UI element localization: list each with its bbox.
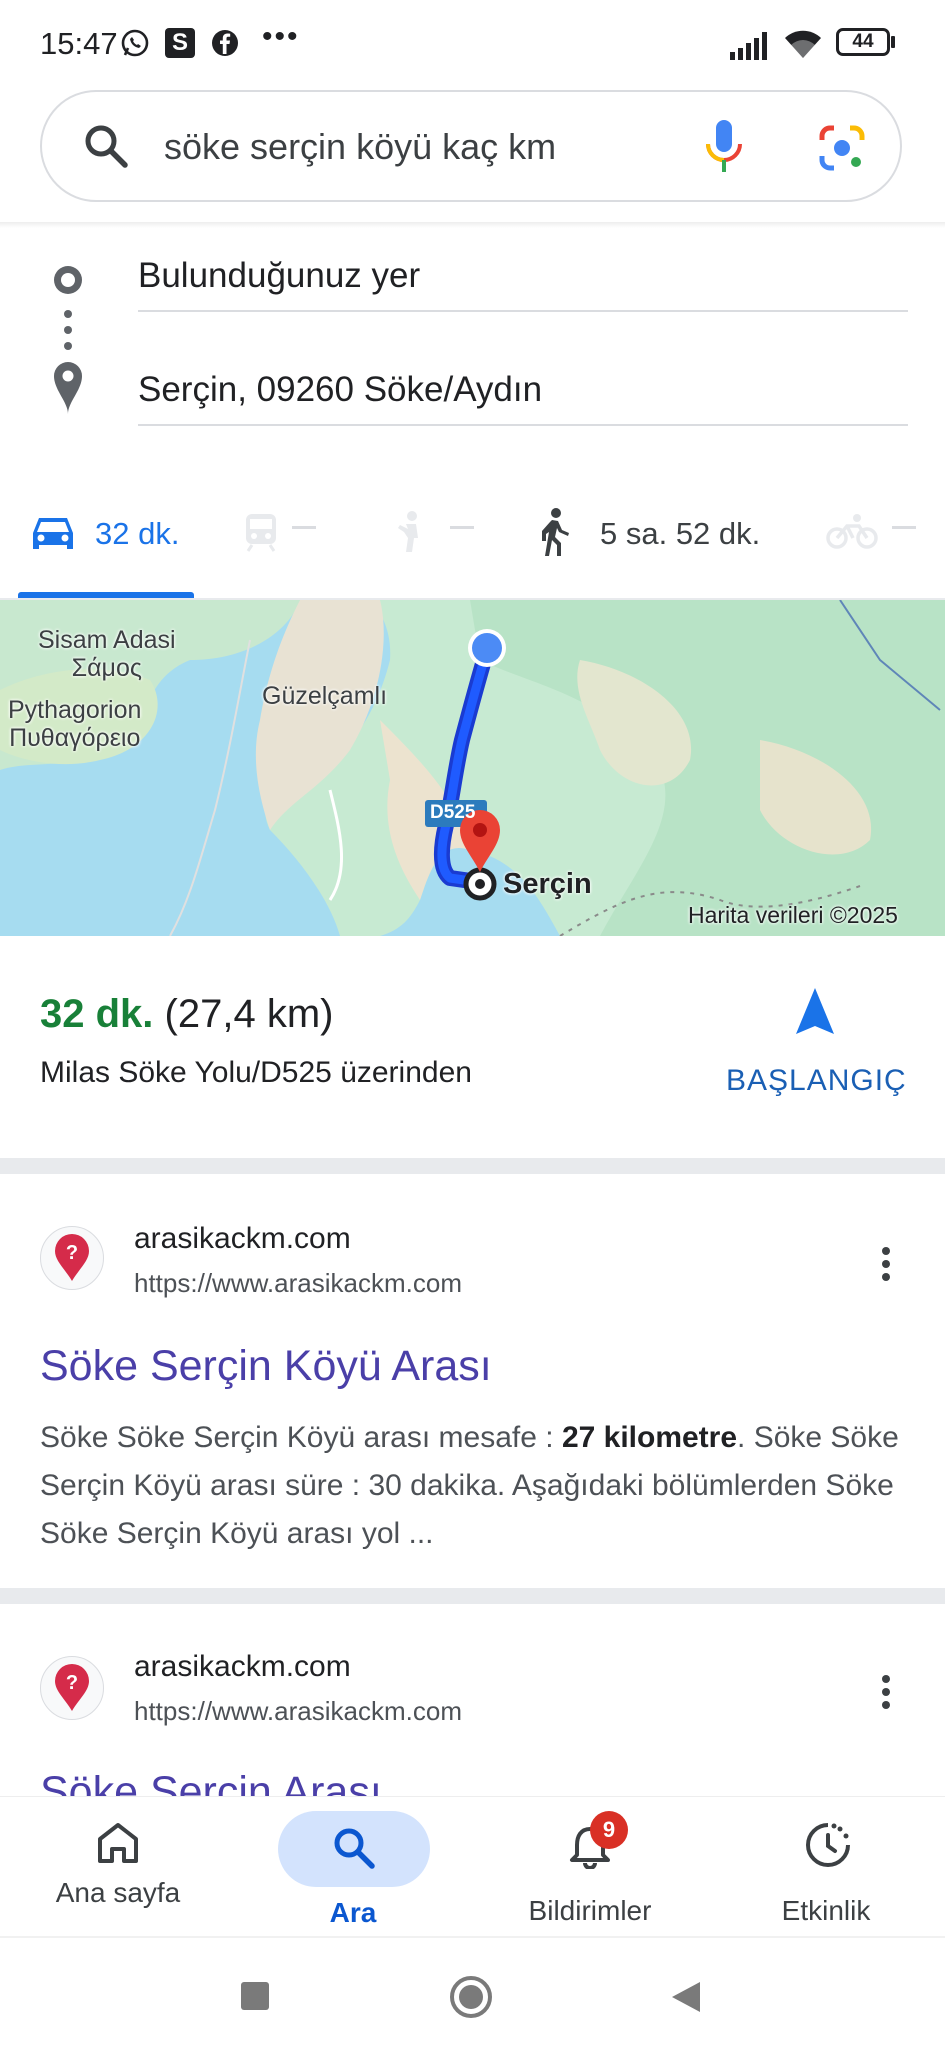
map-label-pythagorion-text: Pythagorion — [8, 696, 142, 724]
battery-level: 44 — [852, 31, 874, 52]
search-result: ? arasikackm.com https://www.arasikackm.… — [0, 1604, 945, 1796]
bottom-navigation: Ana sayfa Ara 9 Bildirimler Etkinlik — [0, 1796, 945, 1937]
travel-mode-tabs: 32 dk. 5 sa. 52 dk. — [0, 490, 945, 600]
nav-notifications[interactable]: 9 Bildirimler — [490, 1811, 690, 1926]
route-map[interactable]: Sisam Adasi Σάμος Pythagorion Πυθαγόρειο G… — [0, 600, 945, 936]
walk-time: 5 sa. 52 dk. — [600, 516, 761, 551]
svg-text:?: ? — [66, 1672, 78, 1694]
map-label-guzelcamli: Güzelçamlı — [262, 682, 388, 710]
wifi-icon — [785, 30, 821, 58]
nav-search[interactable]: Ara — [253, 1811, 453, 1928]
nav-activity[interactable]: Etkinlik — [726, 1811, 926, 1926]
result-url[interactable]: https://www.arasikackm.com — [134, 1268, 462, 1299]
map-label-sisam: Sisam Adasi Σάμος — [38, 626, 176, 682]
google-lens-icon[interactable] — [818, 124, 866, 172]
tab-taxi[interactable] — [380, 490, 490, 590]
recent-apps-icon[interactable] — [241, 1982, 269, 2010]
battery-icon: 44 — [836, 28, 890, 56]
snippet-part-1: Söke Söke Serçin Köyü arası mesafe : — [40, 1421, 562, 1454]
route-duration: 32 dk. — [40, 992, 154, 1036]
section-divider — [0, 1158, 945, 1174]
destination-field[interactable]: Serçin, 09260 Söke/Aydın — [138, 370, 908, 426]
start-navigation-button[interactable]: BAŞLANGIÇ — [726, 1064, 907, 1098]
home-icon — [98, 1823, 138, 1863]
header-shadow — [0, 222, 945, 228]
map-attribution: Harita verileri ©2025 — [688, 902, 898, 928]
home-button-icon[interactable] — [450, 1976, 492, 2018]
origin-field[interactable]: Bulunduğunuz yer — [138, 256, 908, 312]
location-question-icon: ? — [55, 1234, 89, 1281]
signal-icon — [730, 32, 767, 60]
map-label-pythagorion-gr-text: Πυθαγόρειο — [9, 724, 141, 752]
more-notifications-icon: ••• — [262, 20, 300, 53]
result-site-name[interactable]: arasikackm.com — [134, 1650, 351, 1684]
result-url[interactable]: https://www.arasikackm.com — [134, 1696, 462, 1727]
system-navigation-bar — [0, 1936, 945, 2050]
tab-car[interactable]: 32 dk. — [18, 490, 194, 590]
status-bar: 15:47 S ••• 44 — [0, 0, 945, 86]
transit-dash — [292, 526, 316, 529]
microphone-icon[interactable] — [704, 118, 744, 178]
nav-search-label: Ara — [329, 1897, 377, 1928]
site-favicon[interactable]: ? — [40, 1226, 104, 1290]
s-app-icon: S — [165, 28, 195, 58]
nav-home-label: Ana sayfa — [55, 1877, 181, 1908]
battery-tip — [891, 36, 895, 48]
road-label-d525: D525 — [430, 802, 476, 823]
route-markers — [54, 266, 82, 414]
map-label-destination: Serçin — [503, 868, 592, 900]
section-divider — [0, 1588, 945, 1604]
map-label-sisam-text: Sisam Adasi — [38, 626, 176, 654]
train-icon — [246, 514, 276, 552]
result-title[interactable]: Söke Serçin Arası — [40, 1768, 382, 1796]
nav-home[interactable]: Ana sayfa — [18, 1811, 218, 1921]
more-options-icon[interactable] — [880, 1674, 892, 1710]
tab-transit[interactable] — [230, 490, 340, 590]
bike-icon — [826, 514, 878, 549]
selected-tab-indicator — [18, 592, 194, 598]
map-label-pythagorion: Pythagorion Πυθαγόρειο — [8, 696, 141, 752]
nav-activity-label: Etkinlik — [781, 1895, 871, 1926]
search-input[interactable]: söke serçin köyü kaç km — [164, 126, 556, 168]
hail-icon — [398, 511, 418, 552]
whatsapp-icon — [121, 29, 149, 57]
nav-notifications-label: Bildirimler — [528, 1895, 652, 1926]
car-time: 32 dk. — [95, 516, 180, 551]
route-via: Milas Söke Yolu/D525 üzerinden — [40, 1056, 472, 1089]
tab-bike[interactable] — [820, 490, 945, 590]
taxi-dash — [450, 526, 474, 529]
svg-text:?: ? — [66, 1242, 78, 1264]
result-snippet: Söke Söke Serçin Köyü arası mesafe : 27 … — [40, 1414, 900, 1558]
result-title[interactable]: Söke Serçin Köyü Arası — [40, 1342, 492, 1391]
search-icon[interactable] — [82, 122, 130, 170]
site-favicon[interactable]: ? — [40, 1656, 104, 1720]
search-icon — [334, 1828, 375, 1869]
walk-icon — [542, 508, 569, 556]
more-options-icon[interactable] — [880, 1246, 892, 1282]
notification-badge: 9 — [590, 1811, 628, 1849]
search-bar[interactable]: söke serçin köyü kaç km — [40, 90, 902, 202]
map-label-samos-text: Σάμος — [71, 654, 142, 682]
result-site-name[interactable]: arasikackm.com — [134, 1222, 351, 1256]
location-question-icon: ? — [55, 1664, 89, 1711]
navigation-arrow-icon[interactable] — [796, 988, 834, 1034]
status-time: 15:47 — [40, 26, 118, 61]
route-summary-time: 32 dk. (27,4 km) — [40, 992, 333, 1037]
tab-walk[interactable]: 5 sa. 52 dk. — [530, 490, 780, 590]
route-distance: (27,4 km) — [164, 992, 334, 1036]
car-icon — [33, 518, 73, 549]
bike-dash — [892, 526, 916, 529]
snippet-bold: 27 kilometre — [561, 1421, 738, 1454]
search-result: ? arasikackm.com https://www.arasikackm.… — [0, 1174, 945, 1584]
back-icon[interactable] — [670, 1980, 702, 2014]
activity-icon — [806, 1823, 850, 1867]
facebook-icon — [212, 30, 238, 56]
